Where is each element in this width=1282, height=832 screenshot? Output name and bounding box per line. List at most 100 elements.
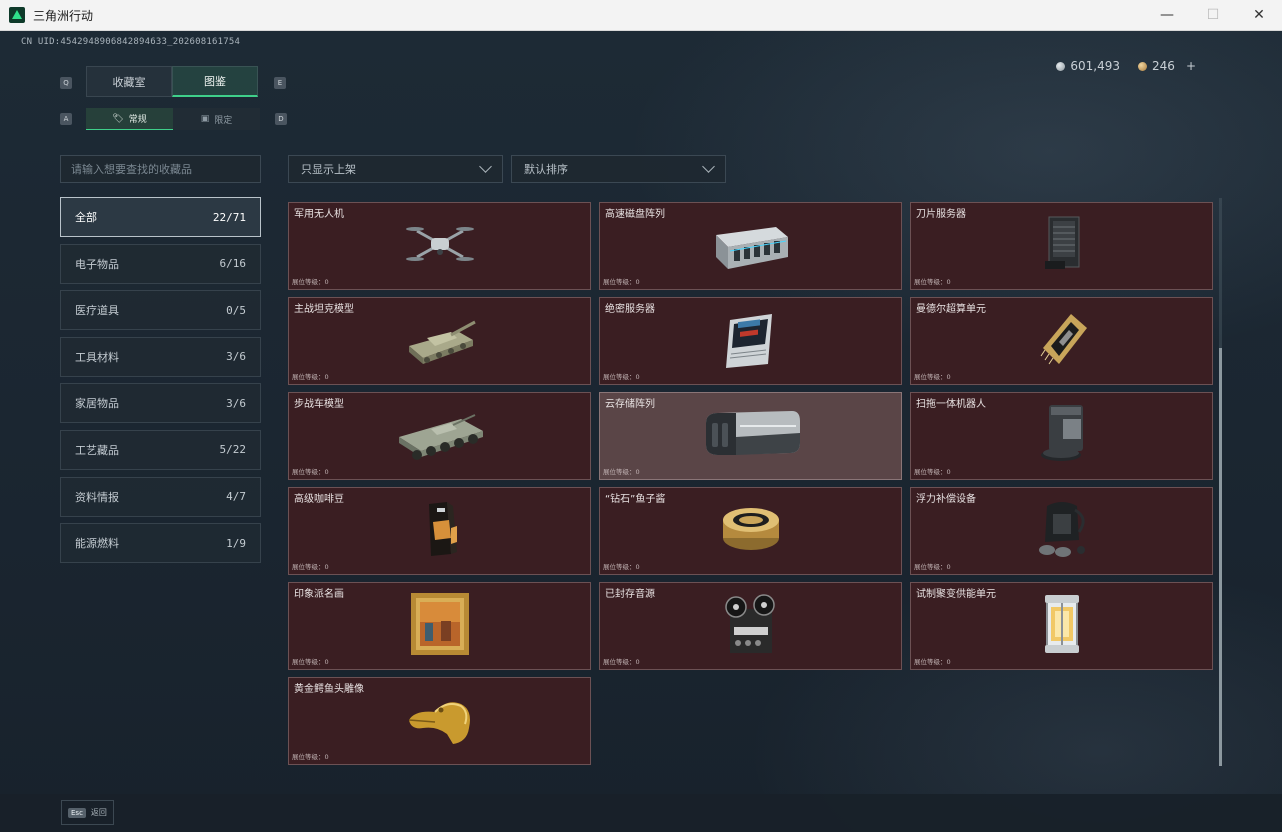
category-count: 5/22 [219, 443, 247, 457]
coffee-bag-icon [428, 502, 457, 557]
category-energy[interactable]: 能源燃料 1/9 [60, 523, 261, 564]
category-label: 工具材料 [75, 350, 119, 364]
secret-server-icon [725, 314, 772, 369]
item-card[interactable]: 主战坦克模型 展位等级：0 [288, 297, 591, 385]
item-card[interactable]: 云存储阵列 展位等级：0 [599, 392, 902, 480]
close-button[interactable]: ✕ [1236, 0, 1282, 31]
key-hint-d: D [275, 113, 287, 125]
sort-dropdown[interactable]: 默认排序 [511, 155, 726, 183]
category-tools[interactable]: 工具材料 3/6 [60, 336, 261, 377]
bcd-icon [1038, 502, 1085, 558]
item-card[interactable]: 绝密服务器 展位等级：0 [599, 297, 902, 385]
scrollbar-thumb[interactable] [1219, 348, 1222, 766]
shelf-filter-dropdown[interactable]: 只显示上架 [288, 155, 503, 183]
flame-icon: 🏷︎ [112, 113, 124, 124]
category-count: 0/5 [226, 303, 246, 317]
item-card[interactable]: 曼德尔超算单元 展位等级：0 [910, 297, 1213, 385]
category-label: 全部 [75, 211, 97, 224]
item-card[interactable]: 试制聚变供能单元 展位等级：0 [910, 582, 1213, 670]
gold-currency[interactable]: 246 + [1138, 59, 1196, 73]
item-card[interactable]: 高级咖啡豆 展位等级：0 [288, 487, 591, 575]
robot-vacuum-icon [1040, 405, 1083, 462]
item-name: 军用无人机 [294, 209, 344, 220]
fusion-cell-icon [1044, 595, 1079, 654]
item-level: 展位等级：0 [914, 278, 951, 286]
item-name: 印象派名画 [294, 589, 344, 600]
item-card[interactable]: 刀片服务器 展位等级：0 [910, 202, 1213, 290]
item-name: 黄金鳄鱼头雕像 [294, 684, 364, 695]
item-card[interactable]: 军用无人机 展位等级：0 [288, 202, 591, 290]
chevron-down-icon [479, 160, 492, 173]
frame-icon: ▣ [200, 114, 210, 124]
minimize-button[interactable]: — [1144, 0, 1190, 31]
item-name: 试制聚变供能单元 [916, 589, 996, 600]
category-label: 资料情报 [75, 490, 119, 504]
caviar-tin-icon [722, 508, 779, 551]
gold-croc-icon [408, 702, 470, 745]
subtab-limited[interactable]: ▣ 限定 [173, 108, 260, 130]
item-level: 展位等级：0 [603, 563, 640, 571]
item-level: 展位等级：0 [914, 563, 951, 571]
collection-grid: 军用无人机 展位等级：0 高速磁盘阵列 展位等级：0 刀片服务器 展位等级：0 … [288, 202, 1213, 765]
main-tabs: 收藏室 图鉴 [86, 66, 258, 97]
item-name: 扫拖一体机器人 [916, 399, 986, 410]
category-electronics[interactable]: 电子物品 6/16 [60, 243, 261, 284]
category-count: 3/6 [226, 396, 246, 410]
silver-coin-icon [1056, 61, 1066, 71]
category-household[interactable]: 家居物品 3/6 [60, 383, 261, 424]
item-level: 展位等级：0 [292, 373, 329, 381]
item-card[interactable]: 步战车模型 展位等级：0 [288, 392, 591, 480]
maximize-button[interactable]: ☐ [1190, 0, 1236, 31]
back-label: 返回 [90, 808, 107, 817]
item-level: 展位等级：0 [603, 373, 640, 381]
blade-server-icon [1044, 216, 1079, 270]
back-button[interactable]: Esc 返回 [61, 800, 114, 825]
item-card[interactable]: 印象派名画 展位等级：0 [288, 582, 591, 670]
item-level: 展位等级：0 [603, 658, 640, 666]
item-level: 展位等级：0 [292, 753, 329, 761]
subtab-regular[interactable]: 🏷︎ 常规 [86, 108, 173, 130]
silver-currency: 601,493 [1056, 59, 1120, 73]
bottom-bar: Esc 返回 [0, 794, 1282, 832]
tab-catalog[interactable]: 图鉴 [172, 66, 258, 97]
sub-tabs: 🏷︎ 常规 ▣ 限定 [86, 108, 260, 130]
item-card[interactable]: 已封存音源 展位等级：0 [599, 582, 902, 670]
disk-array-icon [715, 227, 788, 270]
key-hint-q: Q [60, 77, 72, 89]
search-input[interactable] [60, 155, 261, 183]
esc-key-icon: Esc [68, 807, 86, 818]
category-crafts[interactable]: 工艺藏品 5/22 [60, 429, 261, 470]
item-card[interactable]: 浮力补偿设备 展位等级：0 [910, 487, 1213, 575]
add-currency-button[interactable]: + [1186, 59, 1196, 73]
grid-scrollbar[interactable] [1219, 198, 1222, 766]
sort-value: 默认排序 [524, 163, 568, 176]
item-level: 展位等级：0 [914, 658, 951, 666]
item-name: 曼德尔超算单元 [916, 304, 986, 315]
chevron-down-icon [702, 160, 715, 173]
tank-icon [408, 320, 476, 365]
item-level: 展位等级：0 [914, 373, 951, 381]
cloud-storage-icon [705, 411, 800, 456]
key-hint-e: E [274, 77, 286, 89]
item-card[interactable]: 黄金鳄鱼头雕像 展位等级：0 [288, 677, 591, 765]
window-controls: — ☐ ✕ [1144, 0, 1282, 31]
item-name: 高速磁盘阵列 [605, 209, 665, 220]
item-card[interactable]: 扫拖一体机器人 展位等级：0 [910, 392, 1213, 480]
drone-icon [405, 227, 474, 262]
category-count: 1/9 [226, 536, 246, 550]
item-name: 绝密服务器 [605, 304, 655, 315]
category-medical[interactable]: 医疗道具 0/5 [60, 290, 261, 331]
tab-collection-room[interactable]: 收藏室 [86, 66, 172, 97]
item-card[interactable]: “钻石”鱼子酱 展位等级：0 [599, 487, 902, 575]
category-all[interactable]: 全部 22/71 [60, 197, 261, 237]
ifv-icon [398, 414, 483, 461]
item-name: 高级咖啡豆 [294, 494, 344, 505]
item-level: 展位等级：0 [292, 278, 329, 286]
item-card[interactable]: 高速磁盘阵列 展位等级：0 [599, 202, 902, 290]
item-name: 云存储阵列 [605, 399, 655, 410]
window-title: 三角洲行动 [33, 8, 94, 23]
window-titlebar: 三角洲行动 — ☐ ✕ [0, 0, 1282, 31]
cpu-icon [1040, 314, 1087, 365]
game-viewport: CN UID:4542948906842894633_202608161754 … [0, 31, 1282, 832]
category-intel[interactable]: 资料情报 4/7 [60, 476, 261, 517]
